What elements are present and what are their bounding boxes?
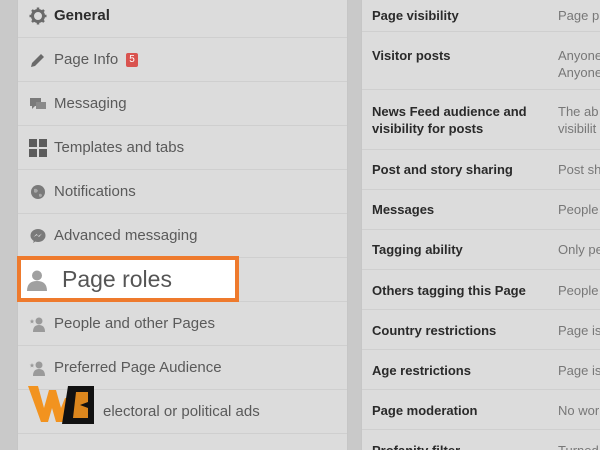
settings-row-page-moderation[interactable]: Page moderation No wor <box>362 390 600 430</box>
chat-bubbles-icon <box>29 95 47 113</box>
setting-label: News Feed audience and visibility for po… <box>372 104 527 136</box>
sidebar-item-people-and-other-pages[interactable]: People and other Pages <box>18 302 347 346</box>
sidebar-item-label: Preferred Page Audience <box>54 359 222 376</box>
setting-value: The ab visibilit <box>558 104 599 136</box>
setting-label: Country restrictions <box>372 323 497 338</box>
settings-row-messages[interactable]: Messages People <box>362 190 600 230</box>
setting-value: Anyone Anyone <box>558 48 600 80</box>
pencil-icon <box>29 51 47 69</box>
settings-row-tagging-ability[interactable]: Tagging ability Only pe <box>362 230 600 270</box>
person-star-icon <box>29 359 47 377</box>
settings-row-others-tagging[interactable]: Others tagging this Page People <box>362 270 600 310</box>
setting-label: Messages <box>372 202 435 217</box>
sidebar-item-advanced-messaging[interactable]: Advanced messaging <box>18 214 347 258</box>
page-roles-highlight[interactable]: Page roles <box>17 256 239 302</box>
sidebar-item-page-info[interactable]: Page Info 5 <box>18 38 347 82</box>
sidebar-item-notifications[interactable]: Notifications <box>18 170 347 214</box>
settings-row-news-feed-audience[interactable]: News Feed audience and visibility for po… <box>362 90 600 150</box>
setting-value: Post sh <box>558 162 600 177</box>
setting-value: People <box>558 202 599 217</box>
sidebar-item-label: Advanced messaging <box>54 227 198 244</box>
settings-row-page-visibility[interactable]: Page visibility Page p <box>362 0 600 32</box>
sidebar-item-messaging[interactable]: Messaging <box>18 82 347 126</box>
settings-row-post-and-story-sharing[interactable]: Post and story sharing Post sh <box>362 150 600 190</box>
setting-label: Page moderation <box>372 403 478 418</box>
setting-value: Page is <box>558 323 600 338</box>
sidebar-item-label: Page Info 5 <box>54 51 138 68</box>
sidebar-item-label: Messaging <box>54 95 127 112</box>
setting-label: Page visibility <box>372 8 459 23</box>
setting-label: Others tagging this Page <box>372 283 526 298</box>
setting-value: Only pe <box>558 242 600 257</box>
settings-row-visitor-posts[interactable]: Visitor posts Anyone Anyone <box>362 32 600 90</box>
setting-value: Page is <box>558 363 600 378</box>
setting-value: Page p <box>558 8 600 23</box>
globe-icon <box>29 183 47 201</box>
person-star-icon <box>29 315 47 333</box>
sidebar-item-label: General <box>54 7 110 24</box>
messenger-icon <box>29 227 47 245</box>
sidebar-item-label: Notifications <box>54 183 136 200</box>
settings-row-age-restrictions[interactable]: Age restrictions Page is <box>362 350 600 390</box>
gear-icon <box>29 7 47 25</box>
setting-label: Post and story sharing <box>372 162 513 177</box>
setting-label: Tagging ability <box>372 242 463 257</box>
page-roles-label: Page roles <box>62 266 172 292</box>
setting-value: Turned <box>558 442 600 450</box>
setting-label: Profanity filter <box>372 442 460 450</box>
notification-badge: 5 <box>126 53 138 67</box>
settings-row-country-restrictions[interactable]: Country restrictions Page is <box>362 310 600 350</box>
setting-label: Age restrictions <box>372 363 471 378</box>
grid-icon <box>29 139 47 157</box>
sidebar-item-templates-and-tabs[interactable]: Templates and tabs <box>18 126 347 170</box>
person-icon <box>26 269 48 291</box>
sidebar-item-label: People and other Pages <box>54 315 215 332</box>
settings-list: Page visibility Page p Visitor posts Any… <box>361 0 600 450</box>
setting-label: Visitor posts <box>372 48 451 63</box>
sidebar-item-label: Templates and tabs <box>54 139 185 156</box>
setting-value: No wor <box>558 403 600 418</box>
sidebar-item-general[interactable]: General <box>18 0 347 38</box>
sidebar-item-label: electoral or political ads <box>103 403 260 420</box>
settings-row-profanity-filter[interactable]: Profanity filter Turned <box>362 430 600 450</box>
setting-value: People <box>558 283 599 298</box>
wb-logo <box>28 380 98 428</box>
